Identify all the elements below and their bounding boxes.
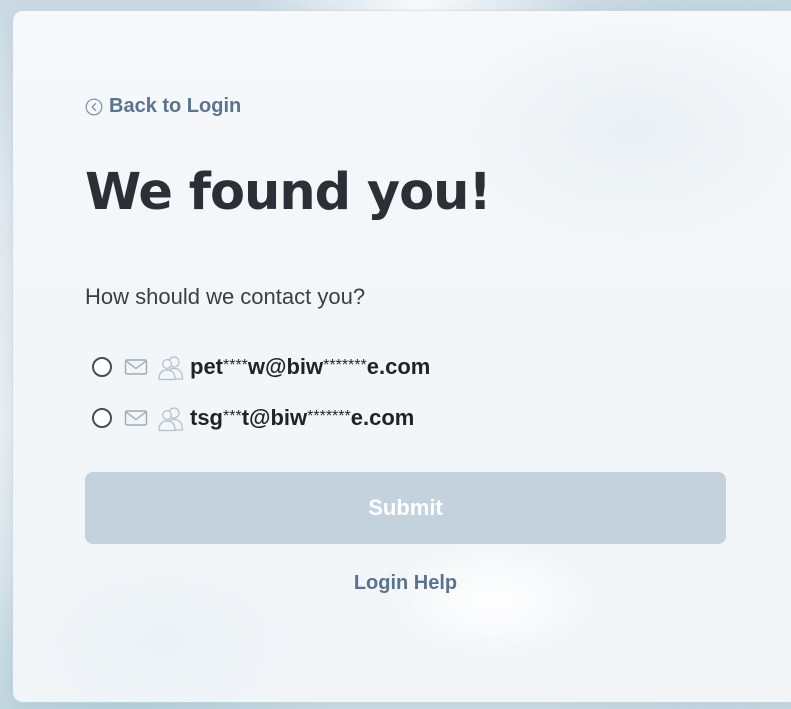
chevron-left-circle-icon bbox=[85, 98, 103, 115]
contact-option-1[interactable]: pet****w@biw*******e.com bbox=[92, 351, 430, 383]
people-icon bbox=[158, 407, 184, 432]
back-to-login-link[interactable]: Back to Login bbox=[85, 95, 241, 118]
contact-options: pet****w@biw*******e.com tsg***t@biw****… bbox=[92, 351, 430, 453]
page-title: We found you! bbox=[85, 163, 492, 222]
contact-option-2-email: tsg***t@biw*******e.com bbox=[190, 405, 415, 430]
mail-icon bbox=[124, 359, 148, 375]
forgot-login-card: Back to Login We found you! How should w… bbox=[13, 11, 791, 702]
mail-icon bbox=[124, 410, 148, 426]
login-help-link[interactable]: Login Help bbox=[85, 572, 726, 595]
back-to-login-label: Back to Login bbox=[109, 95, 242, 117]
contact-prompt: How should we contact you? bbox=[85, 284, 366, 309]
submit-button[interactable]: Submit bbox=[85, 472, 726, 544]
contact-option-1-email: pet****w@biw*******e.com bbox=[190, 354, 431, 379]
contact-option-2[interactable]: tsg***t@biw*******e.com bbox=[92, 402, 430, 434]
people-icon bbox=[158, 356, 184, 381]
contact-option-2-radio[interactable] bbox=[92, 408, 112, 428]
contact-option-1-radio[interactable] bbox=[92, 357, 112, 377]
